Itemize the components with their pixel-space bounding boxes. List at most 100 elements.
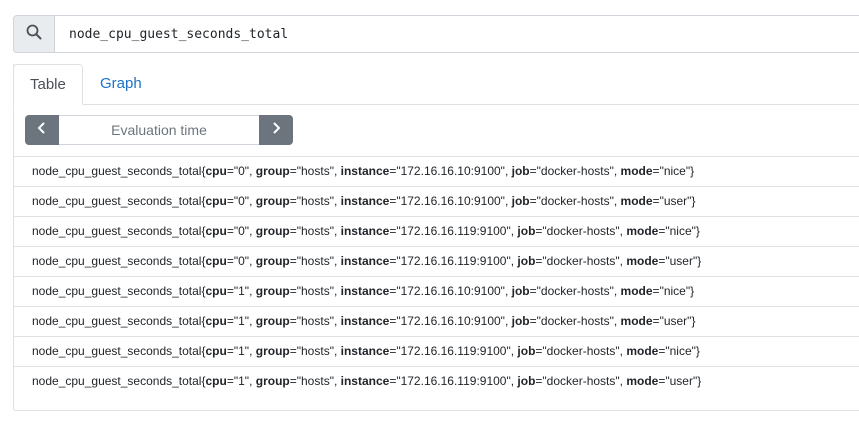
label-value: "1" bbox=[233, 374, 250, 388]
label-value: "172.16.16.10:9100" bbox=[396, 284, 505, 298]
label-value: "user" bbox=[659, 194, 692, 208]
label-key: job bbox=[517, 224, 536, 238]
metric-name: node_cpu_guest_seconds_total bbox=[32, 194, 202, 208]
results-table: node_cpu_guest_seconds_total{cpu="0", gr… bbox=[14, 156, 859, 396]
label-key: mode bbox=[626, 254, 659, 268]
label-value: "0" bbox=[233, 164, 250, 178]
table-row: node_cpu_guest_seconds_total{cpu="1", gr… bbox=[14, 276, 859, 306]
label-key: instance bbox=[340, 224, 390, 238]
table-row: node_cpu_guest_seconds_total{cpu="0", gr… bbox=[14, 186, 859, 216]
label-key: mode bbox=[620, 164, 653, 178]
tab-graph[interactable]: Graph bbox=[84, 64, 158, 104]
label-key: group bbox=[255, 224, 290, 238]
label-key: cpu bbox=[205, 194, 227, 208]
label-key: cpu bbox=[205, 224, 227, 238]
label-value: "0" bbox=[233, 224, 250, 238]
label-value: "1" bbox=[233, 284, 250, 298]
metric-name: node_cpu_guest_seconds_total bbox=[32, 224, 202, 238]
evaluation-time-control bbox=[25, 115, 293, 145]
label-value: "hosts" bbox=[296, 284, 334, 298]
table-row: node_cpu_guest_seconds_total{cpu="0", gr… bbox=[14, 246, 859, 276]
label-key: cpu bbox=[205, 284, 227, 298]
label-value: "docker-hosts" bbox=[536, 314, 614, 328]
label-value: "nice" bbox=[659, 164, 691, 178]
label-value: "hosts" bbox=[296, 254, 334, 268]
label-key: job bbox=[517, 254, 536, 268]
label-key: group bbox=[255, 284, 290, 298]
label-key: cpu bbox=[205, 374, 227, 388]
tab-table[interactable]: Table bbox=[13, 64, 83, 105]
label-key: group bbox=[255, 254, 290, 268]
table-row: node_cpu_guest_seconds_total{cpu="1", gr… bbox=[14, 336, 859, 366]
label-key: mode bbox=[626, 374, 659, 388]
label-value: "172.16.16.119:9100" bbox=[396, 344, 511, 358]
evaluation-time-input[interactable] bbox=[59, 115, 259, 145]
label-value: "nice" bbox=[665, 344, 696, 358]
label-key: mode bbox=[620, 194, 653, 208]
label-value: "docker-hosts" bbox=[542, 344, 620, 358]
label-key: instance bbox=[340, 254, 390, 268]
label-value: "docker-hosts" bbox=[542, 224, 620, 238]
metric-name: node_cpu_guest_seconds_total bbox=[32, 374, 202, 388]
query-panel: Table Graph node_cpu_guest_seconds_total… bbox=[13, 64, 859, 411]
label-key: instance bbox=[340, 344, 390, 358]
label-key: job bbox=[511, 284, 530, 298]
label-value: "1" bbox=[233, 314, 250, 328]
label-key: cpu bbox=[205, 314, 227, 328]
label-key: mode bbox=[626, 224, 659, 238]
table-row: node_cpu_guest_seconds_total{cpu="0", gr… bbox=[14, 216, 859, 246]
label-value: "docker-hosts" bbox=[536, 164, 614, 178]
label-key: instance bbox=[340, 284, 390, 298]
label-value: "0" bbox=[233, 194, 250, 208]
label-value: "nice" bbox=[659, 284, 691, 298]
label-value: "172.16.16.119:9100" bbox=[396, 374, 511, 388]
label-key: mode bbox=[620, 314, 653, 328]
chevron-right-icon bbox=[271, 121, 281, 140]
label-key: instance bbox=[340, 374, 390, 388]
label-key: cpu bbox=[205, 254, 227, 268]
tab-bar: Table Graph bbox=[13, 64, 859, 105]
label-key: job bbox=[517, 344, 536, 358]
label-value: "user" bbox=[665, 254, 698, 268]
label-key: job bbox=[511, 194, 530, 208]
label-key: cpu bbox=[205, 164, 227, 178]
label-value: "hosts" bbox=[296, 374, 334, 388]
label-value: "docker-hosts" bbox=[536, 284, 614, 298]
label-key: mode bbox=[626, 344, 659, 358]
metric-name: node_cpu_guest_seconds_total bbox=[32, 344, 202, 358]
label-key: instance bbox=[340, 314, 390, 328]
label-value: "hosts" bbox=[296, 224, 334, 238]
metric-name: node_cpu_guest_seconds_total bbox=[32, 284, 202, 298]
label-value: "172.16.16.119:9100" bbox=[396, 224, 511, 238]
label-value: "hosts" bbox=[296, 194, 334, 208]
metric-name: node_cpu_guest_seconds_total bbox=[32, 254, 202, 268]
label-value: "hosts" bbox=[296, 164, 334, 178]
search-button[interactable] bbox=[13, 15, 55, 53]
label-value: "1" bbox=[233, 344, 250, 358]
label-key: mode bbox=[620, 284, 653, 298]
metric-name: node_cpu_guest_seconds_total bbox=[32, 314, 202, 328]
metric-name: node_cpu_guest_seconds_total bbox=[32, 164, 202, 178]
label-key: job bbox=[511, 164, 530, 178]
search-icon bbox=[26, 24, 42, 45]
label-key: group bbox=[255, 194, 290, 208]
chevron-left-icon bbox=[37, 121, 47, 140]
label-key: instance bbox=[340, 194, 390, 208]
label-value: "172.16.16.10:9100" bbox=[396, 164, 505, 178]
label-value: "user" bbox=[665, 374, 698, 388]
label-key: instance bbox=[340, 164, 390, 178]
label-key: cpu bbox=[205, 344, 227, 358]
table-row: node_cpu_guest_seconds_total{cpu="1", gr… bbox=[14, 366, 859, 396]
label-value: "docker-hosts" bbox=[542, 374, 620, 388]
label-value: "172.16.16.10:9100" bbox=[396, 194, 505, 208]
label-value: "nice" bbox=[665, 224, 696, 238]
label-value: "hosts" bbox=[296, 314, 334, 328]
expression-input[interactable] bbox=[55, 15, 859, 53]
next-time-button[interactable] bbox=[259, 115, 293, 145]
label-value: "0" bbox=[233, 254, 250, 268]
label-value: "docker-hosts" bbox=[536, 194, 614, 208]
label-key: job bbox=[511, 314, 530, 328]
label-value: "172.16.16.10:9100" bbox=[396, 314, 505, 328]
table-row: node_cpu_guest_seconds_total{cpu="1", gr… bbox=[14, 306, 859, 336]
prev-time-button[interactable] bbox=[25, 115, 59, 145]
